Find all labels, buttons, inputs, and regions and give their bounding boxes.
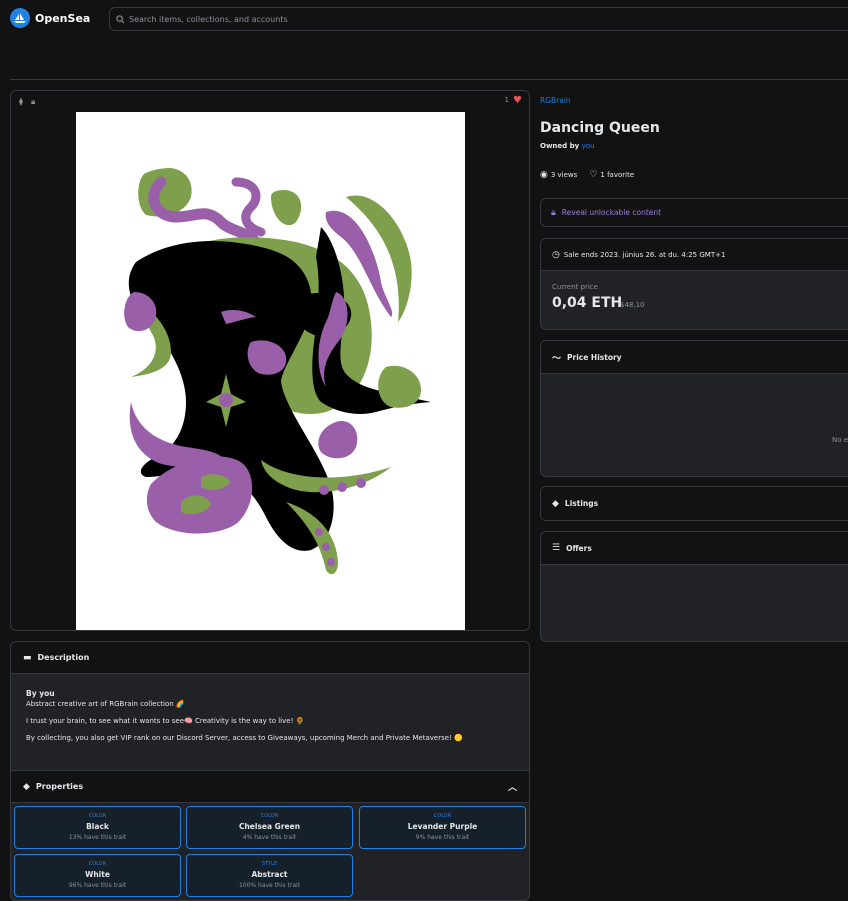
ethereum-icon: ⧫ [19,97,23,106]
description-line-2: I trust your brain, to see what it wants… [26,717,305,725]
favorite-count: 1 [504,96,509,104]
description-icon: ▬ [23,652,32,663]
owner-line: Owned by you [540,142,594,150]
property-value: Black [86,822,109,831]
property-type: COLOR [260,813,279,819]
unlockable-content-button[interactable]: 🔒︎ Reveal unlockable content [540,198,848,227]
item-stats: ◉ 3 views ♡ 1 favorite [540,170,646,180]
property-card[interactable]: COLOR White 96% have this trait [14,854,181,897]
property-card[interactable]: COLOR Chelsea Green 4% have this trait [186,806,353,849]
description-card: ▬ Description By you Abstract creative a… [10,641,530,901]
opensea-logo-icon [10,8,30,28]
artwork-image[interactable] [76,112,465,630]
search-input[interactable] [129,14,729,24]
trending-icon: 〜 [552,353,562,364]
by-label: By [26,689,37,698]
tag-icon: ◆ [552,498,559,509]
lock-icon: 🔒︎ [31,97,36,106]
heart-outline-icon: ♡ [589,170,598,180]
property-value: Levander Purple [407,822,478,831]
property-type: COLOR [88,861,107,867]
favorites-stat[interactable]: ♡ 1 favorite [589,170,634,180]
media-header: ⧫ 🔒︎ 1 ♥ [11,91,529,113]
description-line-3: By collecting, you also get VIP rank on … [26,734,463,742]
properties-header[interactable]: ◆ Properties ︿ [11,771,529,803]
favorites-count: 1 favorite [600,171,635,179]
header-divider [10,79,848,80]
property-rarity: 100% have this trait [238,882,301,889]
price-history-empty: No e [832,436,848,444]
current-price: 0,04 ETH [552,295,623,311]
opensea-logo[interactable]: OpenSea [10,8,90,28]
top-bar: OpenSea [0,0,848,38]
property-value: Abstract [251,870,288,879]
property-card[interactable]: STYLE Abstract 100% have this trait [186,854,353,897]
price-history-header[interactable]: 〜 Price History [541,341,848,374]
unlockable-label: Reveal unlockable content [561,208,662,217]
chevron-up-icon[interactable]: ︿ [508,780,517,793]
item-title: Dancing Queen [540,120,660,136]
list-icon: ☰ [552,543,561,553]
property-rarity: 13% have this trait [68,834,127,841]
author-link[interactable]: you [39,689,54,698]
search-bar[interactable] [109,7,848,31]
property-rarity: 96% have this trait [68,882,127,889]
price-usd: $48,10 [620,301,645,309]
heart-icon[interactable]: ♥ [513,95,522,106]
views-count: 3 views [550,171,578,179]
price-history-panel: 〜 Price History No e [540,340,848,477]
listings-heading: Listings [564,499,599,508]
property-value: Chelsea Green [238,822,301,831]
sale-header: ◷ Sale ends 2023. június 26. at du. 4:25… [541,239,848,271]
description-body: By you Abstract creative art of RGBrain … [11,674,529,771]
lock-icon: 🔒︎ [551,207,556,218]
property-card[interactable]: COLOR Black 13% have this trait [14,806,181,849]
listings-panel: ◆ Listings [540,486,848,521]
properties-heading: Properties [35,782,84,791]
logo-text: OpenSea [35,11,91,25]
property-type: COLOR [433,813,452,819]
price-history-heading: Price History [567,352,622,362]
property-rarity: 4% have this trait [242,834,297,841]
eye-icon: ◉ [540,170,548,180]
description-author: By you [26,688,514,699]
clock-icon: ◷ [552,249,560,260]
description-line-1: Abstract creative art of RGBrain collect… [26,700,185,708]
property-rarity: 9% have this trait [415,834,470,841]
offers-heading: Offers [566,543,592,553]
views-stat: ◉ 3 views [540,170,577,180]
search-icon [116,14,125,23]
owned-by-label: Owned by [540,142,580,150]
offers-header[interactable]: ☰ Offers [541,532,848,565]
offers-panel: ☰ Offers [540,531,848,642]
description-heading: Description [37,653,90,662]
collection-link[interactable]: RGBrain [540,96,571,105]
sale-panel: ◷ Sale ends 2023. június 26. at du. 4:25… [540,238,848,330]
sale-ends: Sale ends 2023. június 26. at du. 4:25 G… [563,250,726,259]
property-card[interactable]: COLOR Levander Purple 9% have this trait [359,806,526,849]
description-header[interactable]: ▬ Description [11,642,529,674]
property-type: COLOR [88,813,107,819]
property-type: STYLE [261,861,278,867]
item-media-card: ⧫ 🔒︎ 1 ♥ [10,90,530,631]
owner-link[interactable]: you [582,142,595,150]
tag-icon: ◆ [23,781,30,792]
current-price-label: Current price [552,283,598,291]
listings-header[interactable]: ◆ Listings [541,487,848,520]
property-value: White [85,870,110,879]
